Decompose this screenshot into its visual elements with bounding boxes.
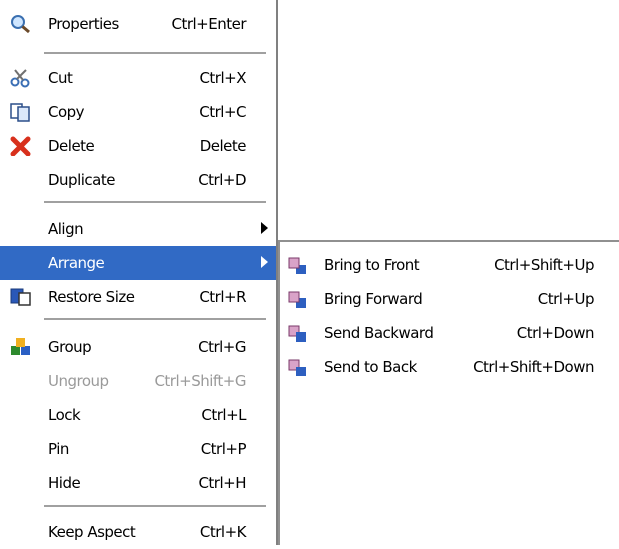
- menu-item-label: Send Backward: [324, 324, 434, 342]
- context-menu: Properties Ctrl+Enter Cut Ctrl+X Copy Ct…: [0, 0, 278, 545]
- menu-item-label: Cut: [48, 69, 73, 87]
- shortcut-label: Ctrl+H: [198, 474, 246, 492]
- shortcut-label: Ctrl+D: [198, 171, 246, 189]
- menu-item-arrange[interactable]: Arrange: [0, 246, 276, 280]
- submenu-item-bring-to-front[interactable]: Bring to Front Ctrl+Shift+Up: [280, 248, 619, 282]
- shortcut-label: Ctrl+Up: [537, 290, 595, 308]
- menu-item-label: Bring to Front: [324, 256, 420, 274]
- menu-item-properties[interactable]: Properties Ctrl+Enter: [0, 7, 276, 41]
- menu-item-align[interactable]: Align: [0, 212, 276, 246]
- menu-item-label: Restore Size: [48, 288, 135, 306]
- shortcut-label: Ctrl+K: [199, 523, 247, 541]
- menu-item-copy[interactable]: Copy Ctrl+C: [0, 95, 276, 129]
- menu-item-duplicate[interactable]: Duplicate Ctrl+D: [0, 163, 276, 197]
- submenu-item-send-to-back[interactable]: Send to Back Ctrl+Shift+Down: [280, 350, 619, 384]
- shortcut-label: Ctrl+Shift+Up: [494, 256, 594, 274]
- scissors-icon: [10, 68, 32, 88]
- menu-item-label: Properties: [48, 15, 119, 33]
- send-backward-icon: [287, 324, 309, 344]
- menu-item-label: Duplicate: [48, 171, 115, 189]
- menu-item-label: Ungroup: [48, 372, 109, 390]
- restore-size-icon: [10, 287, 32, 307]
- menu-item-label: Pin: [48, 440, 69, 458]
- menu-item-label: Lock: [48, 406, 81, 424]
- group-shapes-icon: [10, 337, 32, 357]
- shortcut-label: Delete: [199, 137, 247, 155]
- shortcut-label: Ctrl+R: [199, 288, 246, 306]
- shortcut-label: Ctrl+C: [199, 103, 246, 121]
- menu-item-ungroup[interactable]: Ungroup Ctrl+Shift+G: [0, 364, 276, 398]
- menu-item-label: Group: [48, 338, 92, 356]
- shortcut-label: Ctrl+Shift+G: [154, 372, 246, 390]
- shortcut-label: Ctrl+P: [200, 440, 247, 458]
- menu-item-label: Copy: [48, 103, 85, 121]
- menu-item-label: Hide: [48, 474, 81, 492]
- submenu-arrow-icon: [261, 256, 268, 268]
- menu-item-label: Arrange: [48, 254, 105, 272]
- shortcut-label: Ctrl+Enter: [171, 15, 246, 33]
- menu-item-hide[interactable]: Hide Ctrl+H: [0, 466, 276, 500]
- menu-separator: [44, 318, 266, 320]
- menu-item-lock[interactable]: Lock Ctrl+L: [0, 398, 276, 432]
- send-to-back-icon: [287, 358, 309, 378]
- menu-item-cut[interactable]: Cut Ctrl+X: [0, 61, 276, 95]
- shortcut-label: Ctrl+X: [199, 69, 246, 87]
- menu-item-keep-aspect[interactable]: Keep Aspect Ctrl+K: [0, 515, 276, 549]
- shortcut-label: Ctrl+G: [198, 338, 246, 356]
- red-x-icon: [10, 136, 32, 157]
- arrange-submenu: Bring to Front Ctrl+Shift+Up Bring Forwa…: [278, 240, 619, 545]
- shortcut-label: Ctrl+Down: [516, 324, 595, 342]
- submenu-item-bring-forward[interactable]: Bring Forward Ctrl+Up: [280, 282, 619, 316]
- menu-item-label: Align: [48, 220, 84, 238]
- shortcut-label: Ctrl+Shift+Down: [473, 358, 594, 376]
- menu-item-label: Bring Forward: [324, 290, 423, 308]
- shortcut-label: Ctrl+L: [201, 406, 246, 424]
- menu-item-label: Keep Aspect: [48, 523, 136, 541]
- submenu-arrow-icon: [261, 222, 268, 234]
- menu-item-restore-size[interactable]: Restore Size Ctrl+R: [0, 280, 276, 314]
- menu-separator: [44, 505, 266, 507]
- copy-icon: [10, 102, 32, 122]
- menu-separator: [44, 52, 266, 54]
- bring-forward-icon: [287, 290, 309, 310]
- submenu-item-send-backward[interactable]: Send Backward Ctrl+Down: [280, 316, 619, 350]
- menu-separator: [44, 201, 266, 203]
- menu-item-label: Delete: [48, 137, 95, 155]
- menu-item-label: Send to Back: [324, 358, 417, 376]
- magnifier-icon: [10, 14, 32, 34]
- menu-item-group[interactable]: Group Ctrl+G: [0, 330, 276, 364]
- bring-to-front-icon: [287, 256, 309, 276]
- menu-item-pin[interactable]: Pin Ctrl+P: [0, 432, 276, 466]
- menu-item-delete[interactable]: Delete Delete: [0, 129, 276, 163]
